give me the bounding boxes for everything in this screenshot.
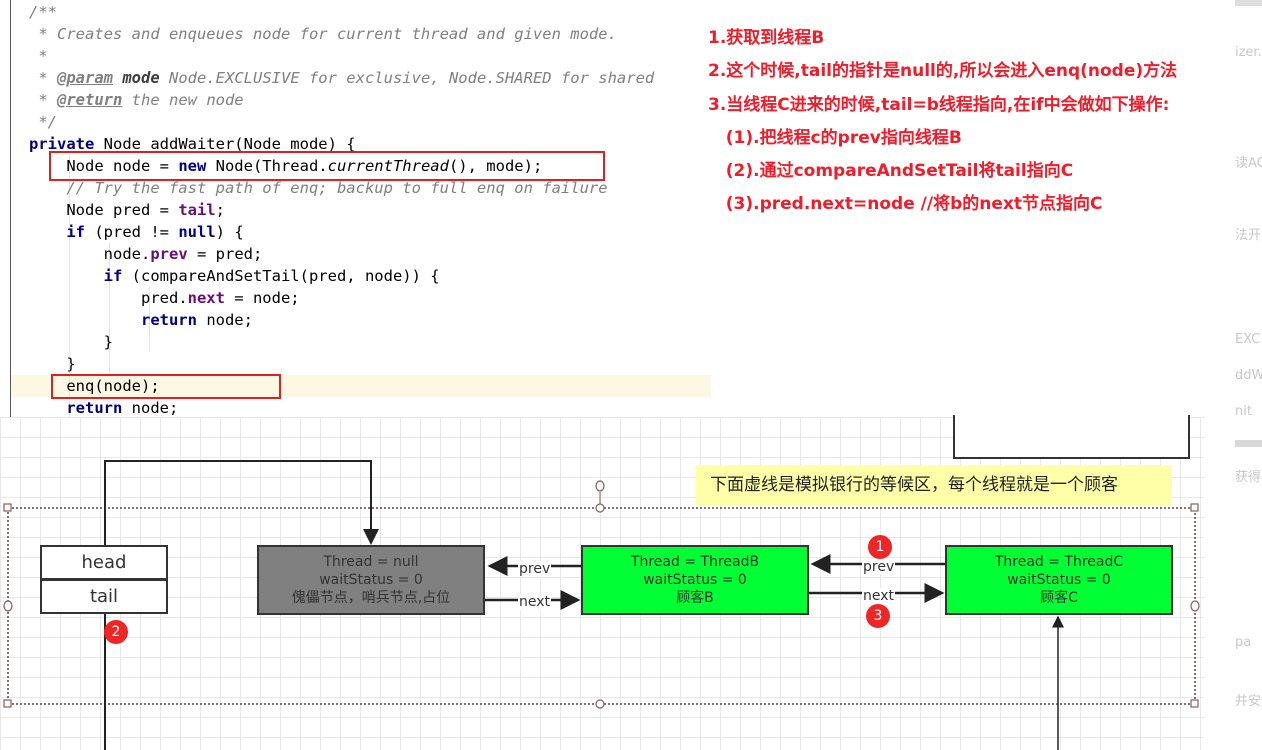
code-token: /** [29, 3, 57, 21]
code-token: if [66, 223, 85, 241]
node-waitstatus: waitStatus = 0 [1007, 572, 1111, 588]
code-token: tail [178, 201, 216, 219]
code-token: * [29, 91, 57, 109]
node-desc: 顾客B [676, 590, 714, 606]
node-b: Thread = ThreadB waitStatus = 0 顾客B [581, 545, 809, 615]
node-thread: Thread = ThreadB [630, 554, 760, 570]
code-token: node. [29, 245, 151, 263]
next-label: next [862, 588, 896, 604]
code-line: node.prev = pred; [29, 243, 263, 265]
annotation-notes: 1.获取到线程B 2.这个时候,tail的指针是null的,所以会进入enq(n… [708, 22, 1177, 222]
code-token: mode [113, 69, 160, 87]
side-text: EXC [1235, 332, 1261, 347]
code-token: the new node [122, 91, 244, 109]
queue-diagram: 下面虚线是模拟银行的等候区，每个线程就是一个顾客 head tail Threa… [0, 415, 1205, 750]
node-waitstatus: waitStatus = 0 [319, 572, 423, 588]
code-line: * [29, 45, 48, 67]
code-token: (compareAndSetTail(pred, node)) { [122, 267, 440, 285]
head-pointer-line [104, 460, 379, 545]
note-3-2: (2).通过compareAndSetTail将tail指向C [708, 161, 1074, 182]
side-text: pa [1235, 635, 1252, 650]
code-line: if (pred != null) { [29, 221, 244, 243]
step-badge-1: 1 [868, 535, 892, 559]
code-token: * [29, 69, 57, 87]
code-token: (pred != [85, 223, 179, 241]
code-token: @param [57, 69, 113, 87]
background-page-fragment: izer. 读AC 法开 EXC ddW nit 获得 pa 并安 [1205, 0, 1262, 750]
code-token: prev [150, 245, 188, 263]
code-line: return node; [29, 309, 253, 331]
code-editor: /** * Creates and enqueues node for curr… [10, 0, 720, 417]
side-text: nit [1235, 404, 1252, 419]
code-token: } [29, 333, 113, 351]
node-c: Thread = ThreadC waitStatus = 0 顾客C [945, 545, 1173, 615]
highlight-box-enq [51, 374, 281, 399]
node-thread: Thread = null [323, 554, 419, 570]
code-token: */ [29, 113, 57, 131]
code-token: return [66, 399, 123, 417]
sentinel-node: Thread = null waitStatus = 0 傀儡节点，哨兵节点,占… [257, 545, 485, 615]
prev-label: prev [518, 561, 552, 577]
head-field: head [40, 545, 168, 580]
code-token: pred. [29, 289, 188, 307]
next-label: next [518, 594, 552, 610]
code-token: null [178, 223, 216, 241]
note-3: 3.当线程C进来的时候,tail=b线程指向,在if中会做如下操作: [708, 94, 1170, 115]
tail-field: tail [40, 579, 168, 614]
code-token: @return [57, 91, 123, 109]
code-line: pred.next = node; [29, 287, 300, 309]
code-token: * Creates and enqueues node for current … [29, 25, 617, 43]
side-text: 法开 [1235, 228, 1262, 243]
step-badge-3: 3 [866, 604, 890, 628]
side-text: ddW [1235, 368, 1262, 383]
code-token: = node; [224, 289, 300, 307]
note-2: 2.这个时候,tail的指针是null的,所以会进入enq(node)方法 [708, 61, 1178, 82]
code-line: * Creates and enqueues node for current … [29, 23, 617, 45]
node-thread: Thread = ThreadC [994, 554, 1124, 570]
note-1: 1.获取到线程B [708, 28, 825, 48]
code-token: node; [196, 311, 253, 329]
node-desc: 顾客C [1040, 590, 1078, 606]
side-text: 读AC [1235, 156, 1262, 171]
code-line: return node; [29, 397, 178, 419]
node-desc: 傀儡节点，哨兵节点,占位 [291, 590, 451, 606]
prev-label: prev [862, 559, 896, 575]
code-token: Node pred = [29, 201, 179, 219]
code-token: node; [122, 399, 179, 417]
code-token: = pred; [187, 245, 263, 263]
code-token: Node.EXCLUSIVE for exclusive, Node.SHARE… [159, 69, 655, 87]
note-3-1: (1).把线程c的prev指向线程B [708, 127, 962, 148]
side-text: izer. [1235, 45, 1262, 60]
code-token: next [187, 289, 225, 307]
code-line: Node pred = tail; [29, 199, 225, 221]
code-token: * [29, 47, 48, 65]
code-token: ) { [215, 223, 244, 241]
side-text: 并安 [1235, 694, 1262, 709]
code-token: if [103, 267, 123, 285]
code-line: * @return the new node [29, 89, 244, 111]
code-line: } [29, 331, 113, 353]
note-3-3: (3).pred.next=node //将b的next节点指向C [708, 194, 1103, 215]
code-token: return [140, 311, 197, 329]
code-line: * @param mode Node.EXCLUSIVE for exclusi… [29, 67, 654, 89]
code-line: */ [29, 111, 57, 133]
code-token: // Try the fast path of enq; backup to f… [29, 179, 608, 197]
step-badge-2: 2 [104, 620, 128, 644]
code-token: ; [215, 201, 225, 219]
highlight-box-new-node [49, 151, 605, 181]
code-line: if (compareAndSetTail(pred, node)) { [29, 265, 440, 287]
code-line: } [29, 353, 76, 375]
code-line: /** [29, 1, 57, 23]
code-token: } [29, 355, 76, 373]
side-text: 获得 [1235, 470, 1262, 485]
node-waitstatus: waitStatus = 0 [643, 572, 747, 588]
